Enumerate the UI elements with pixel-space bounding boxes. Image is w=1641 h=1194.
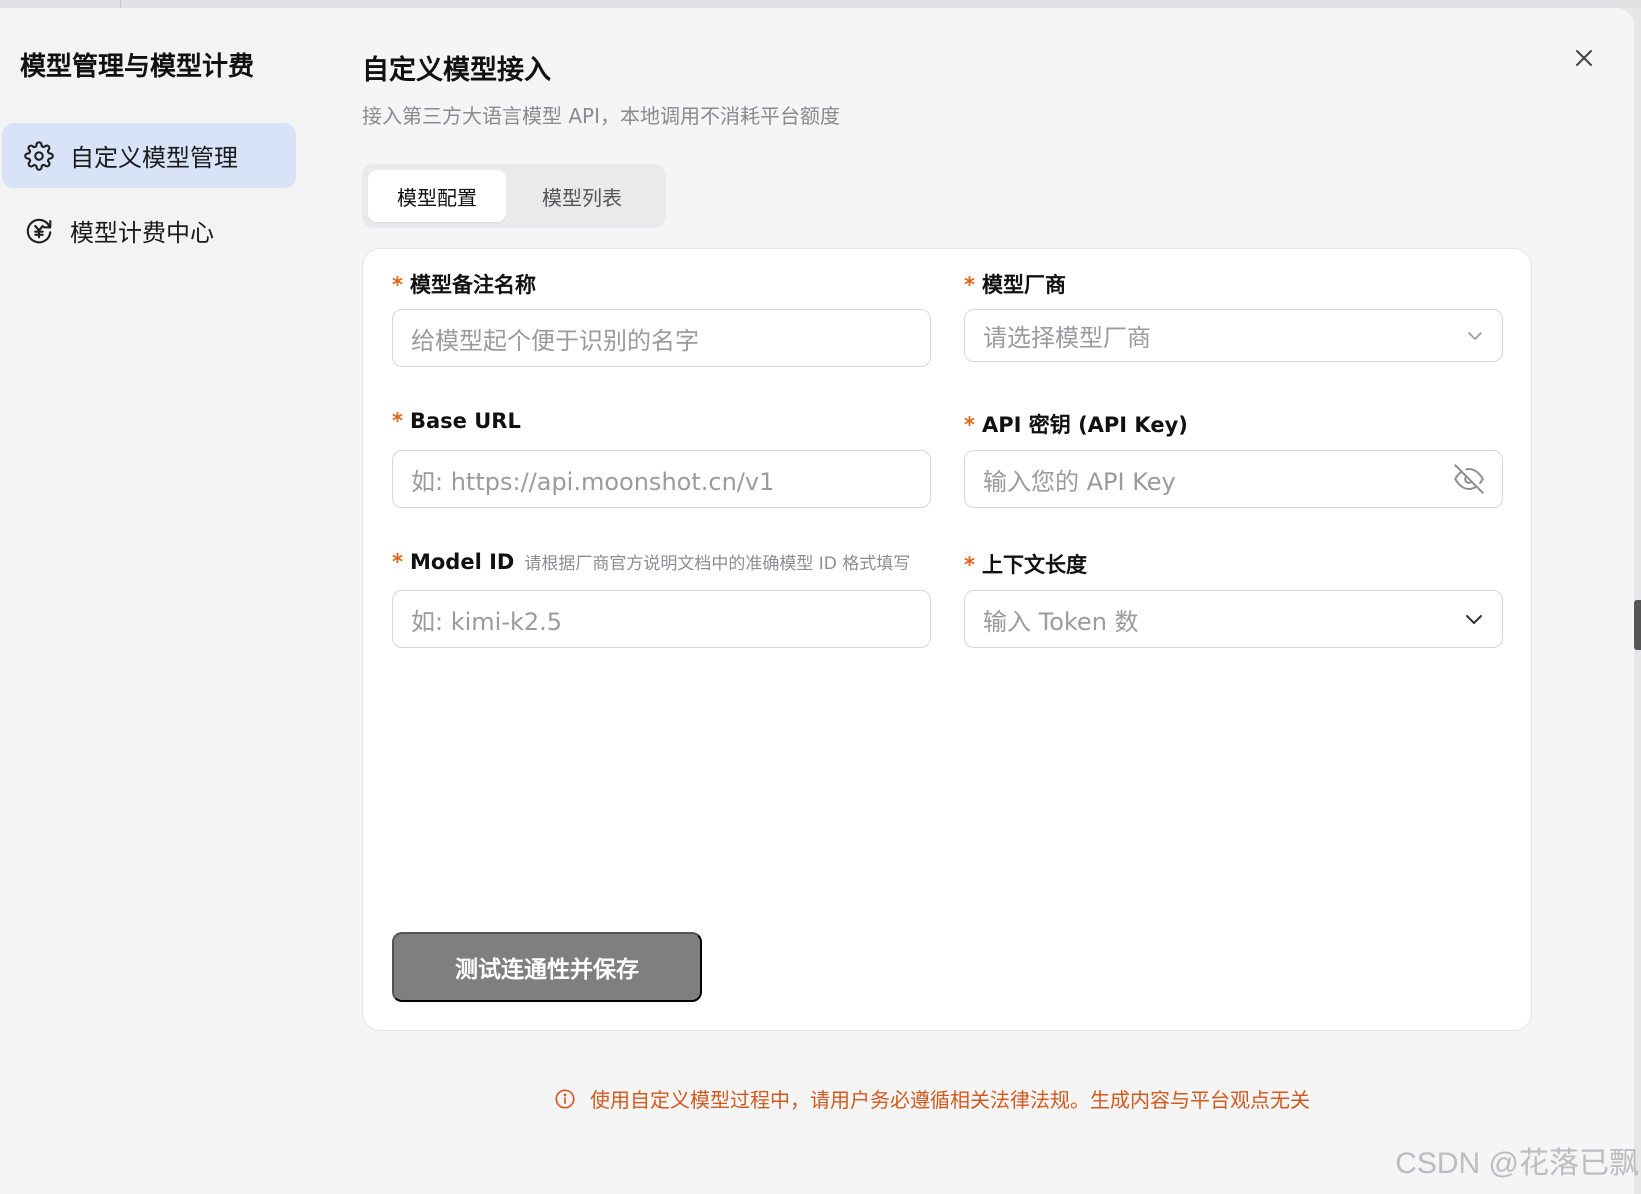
gear-icon [22, 139, 56, 173]
context-length-placeholder: 输入 Token 数 [983, 607, 1139, 636]
model-id-input[interactable]: 如: kimi-k2.5 [392, 590, 931, 648]
vendor-label: * 模型厂商 [964, 273, 1066, 297]
api-key-placeholder: 输入您的 API Key [983, 467, 1176, 496]
required-mark: * [392, 409, 403, 433]
tab-bar: 模型配置 模型列表 [362, 164, 666, 228]
tab-model-config[interactable]: 模型配置 [368, 170, 506, 222]
vendor-select[interactable]: 请选择模型厂商 [964, 309, 1503, 362]
context-length-combobox[interactable]: 输入 Token 数 [964, 590, 1503, 648]
vendor-placeholder: 请选择模型厂商 [983, 324, 1151, 352]
compliance-notice: 使用自定义模型过程中，请用户务必遵循相关法律法规。生成内容与平台观点无关 [554, 1084, 1310, 1113]
required-mark: * [964, 273, 975, 297]
base-url-input[interactable]: 如: https://api.moonshot.cn/v1 [392, 450, 931, 508]
watermark: CSDN @花落已飘 [1395, 1147, 1639, 1180]
model-name-input[interactable]: 给模型起个便于识别的名字 [392, 309, 931, 367]
tab-model-list[interactable]: 模型列表 [512, 170, 652, 222]
sidebar-item-label: 模型计费中心 [70, 219, 214, 247]
config-form-card: * 模型备注名称 给模型起个便于识别的名字 * 模型厂商 请选择模型厂商 * Base… [362, 248, 1532, 1031]
yuan-refresh-icon [22, 214, 56, 248]
api-key-input[interactable]: 输入您的 API Key [964, 450, 1503, 508]
sidebar-item-label: 自定义模型管理 [70, 144, 238, 172]
required-mark: * [392, 550, 403, 574]
info-icon [554, 1088, 576, 1110]
sidebar: 模型管理与模型计费 自定义模型管理 模型计费中心 [0, 8, 314, 1194]
page-title: 自定义模型接入 [362, 55, 551, 86]
api-key-label: * API 密钥 (API Key) [964, 413, 1188, 437]
context-length-label: * 上下文长度 [964, 553, 1087, 577]
chevron-down-icon [1466, 327, 1484, 345]
model-settings-modal: 模型管理与模型计费 自定义模型管理 模型计费中心 自定义模型接入 接入第三方大语… [0, 8, 1634, 1194]
model-name-label: * 模型备注名称 [392, 273, 536, 297]
model-id-hint: 请根据厂商官方说明文档中的准确模型 ID 格式填写 [524, 554, 911, 574]
compliance-notice-text: 使用自定义模型过程中，请用户务必遵循相关法律法规。生成内容与平台观点无关 [590, 1088, 1310, 1112]
page-subtitle: 接入第三方大语言模型 API，本地调用不消耗平台额度 [362, 104, 840, 128]
chevron-down-icon[interactable] [1464, 609, 1484, 629]
base-url-placeholder: 如: https://api.moonshot.cn/v1 [411, 467, 775, 496]
main-panel: 自定义模型接入 接入第三方大语言模型 API，本地调用不消耗平台额度 模型配置 … [314, 8, 1634, 1194]
sidebar-item-custom-models[interactable]: 自定义模型管理 [2, 123, 296, 188]
test-and-save-button[interactable]: 测试连通性并保存 [392, 932, 702, 1002]
required-mark: * [964, 553, 975, 577]
close-icon [1574, 48, 1594, 72]
model-id-label: * Model ID 请根据厂商官方说明文档中的准确模型 ID 格式填写 [392, 550, 911, 574]
sidebar-title: 模型管理与模型计费 [20, 52, 255, 82]
sidebar-item-billing[interactable]: 模型计费中心 [2, 198, 296, 263]
model-name-placeholder: 给模型起个便于识别的名字 [411, 326, 699, 355]
base-url-label: * Base URL [392, 409, 521, 433]
close-button[interactable] [1562, 38, 1606, 82]
model-id-placeholder: 如: kimi-k2.5 [411, 607, 563, 636]
eye-off-icon[interactable] [1454, 464, 1484, 494]
scrollbar-handle[interactable] [1634, 600, 1641, 650]
background-top-bar [0, 0, 1641, 8]
required-mark: * [964, 413, 975, 437]
required-mark: * [392, 273, 403, 297]
